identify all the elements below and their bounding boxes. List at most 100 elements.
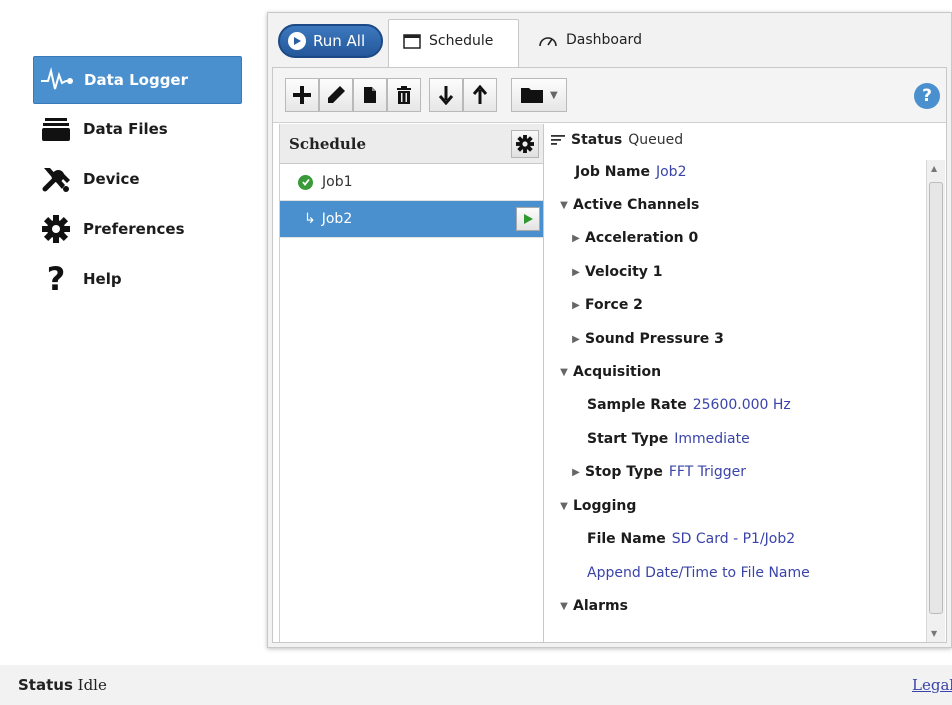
move-down-icon	[438, 86, 454, 105]
caret-down-icon: ▼	[560, 500, 568, 512]
start-type-label: Start Type	[587, 431, 669, 447]
append-datetime-row[interactable]: Append Date/Time to File Name	[587, 558, 810, 588]
scrollbar-thumb[interactable]	[929, 182, 943, 614]
sidebar-item-label: Data Files	[83, 120, 168, 138]
scroll-down-icon[interactable]: ▼	[931, 629, 937, 638]
caret-right-icon: ▶	[572, 232, 580, 244]
channel-row[interactable]: ▶ Acceleration 0	[567, 223, 704, 253]
channel-row[interactable]: ▶ Force 2	[567, 290, 649, 320]
gauge-icon	[538, 32, 558, 48]
filter-icon	[551, 134, 565, 146]
list-item-job2[interactable]: ↳ Job2	[280, 201, 543, 238]
list-item-job1[interactable]: Job1	[280, 164, 543, 201]
folder-stack-icon	[39, 112, 73, 146]
channel-label: Acceleration 0	[585, 230, 699, 246]
caret-right-icon: ▶	[572, 333, 580, 345]
app-status-label: Status	[18, 676, 73, 694]
caret-right-icon: ▶	[572, 466, 580, 478]
channel-label: Sound Pressure 3	[585, 331, 724, 347]
toolbar: ▼ ?	[273, 68, 946, 123]
question-icon: ?	[46, 260, 66, 298]
file-name-label: File Name	[587, 531, 666, 547]
play-icon	[524, 214, 533, 224]
caret-down-icon: ▼	[560, 199, 568, 211]
sample-rate-row: Sample Rate 25600.000 Hz	[587, 390, 791, 420]
folder-icon	[521, 88, 543, 103]
tools-icon	[39, 162, 73, 196]
calendar-icon	[403, 33, 421, 49]
sidebar-item-device[interactable]: Device	[33, 154, 242, 204]
file-name-value[interactable]: SD Card - P1/Job2	[672, 531, 795, 547]
job-name: Job2	[321, 211, 353, 227]
folder-dropdown-button[interactable]: ▼	[511, 78, 567, 112]
active-channels-toggle[interactable]: ▼ Active Channels	[555, 190, 705, 220]
append-datetime-option[interactable]: Append Date/Time to File Name	[587, 565, 810, 581]
channel-row[interactable]: ▶ Sound Pressure 3	[567, 324, 730, 354]
main-window: Run All Schedule Dashboard ▼ ? Schedule …	[267, 12, 952, 648]
job-name-row: Job Name Job2	[575, 157, 686, 187]
tab-schedule-label: Schedule	[429, 33, 494, 49]
channel-label: Force 2	[585, 297, 643, 313]
sample-rate-value[interactable]: 25600.000 Hz	[693, 397, 791, 413]
edit-button[interactable]	[319, 78, 353, 112]
schedule-settings-button[interactable]	[511, 130, 539, 158]
channel-row[interactable]: ▶ Velocity 1	[567, 257, 669, 287]
status-row: Status Queued	[545, 124, 946, 156]
subitem-arrow-icon: ↳	[304, 211, 316, 227]
job-name-value: Job2	[655, 164, 687, 180]
stop-type-row[interactable]: ▶ Stop Type FFT Trigger	[567, 457, 746, 487]
gear-icon	[516, 135, 534, 153]
run-all-button[interactable]: Run All	[278, 24, 383, 58]
schedule-header: Schedule	[280, 124, 543, 164]
tab-dashboard-label: Dashboard	[566, 32, 642, 48]
sidebar-nav: Data Logger Data Files Device Preference…	[33, 56, 242, 304]
tab-schedule[interactable]: Schedule	[388, 19, 519, 68]
properties-scrollbar[interactable]: ▲ ▼	[926, 160, 945, 642]
active-channels-label: Active Channels	[573, 197, 700, 213]
stop-type-value[interactable]: FFT Trigger	[669, 464, 746, 480]
status-label: Status	[571, 132, 623, 148]
sidebar-item-label: Device	[83, 170, 140, 188]
sidebar-item-label: Data Logger	[84, 71, 188, 89]
sidebar-item-help[interactable]: ? Help	[33, 254, 242, 304]
legal-link[interactable]: Legal	[912, 676, 952, 694]
move-down-button[interactable]	[429, 78, 463, 112]
acquisition-toggle[interactable]: ▼ Acquisition	[555, 357, 667, 387]
schedule-title: Schedule	[289, 134, 367, 153]
copy-button[interactable]	[353, 78, 387, 112]
start-type-row: Start Type Immediate	[587, 424, 750, 454]
sidebar-item-data-files[interactable]: Data Files	[33, 104, 242, 154]
logging-toggle[interactable]: ▼ Logging	[555, 491, 642, 521]
tab-dashboard[interactable]: Dashboard	[524, 19, 684, 67]
app-status-value: Idle	[77, 676, 107, 694]
scroll-up-icon[interactable]: ▲	[931, 164, 937, 173]
sidebar-item-label: Preferences	[83, 220, 185, 238]
help-button[interactable]: ?	[914, 83, 940, 109]
status-value: Queued	[628, 132, 684, 148]
caret-right-icon: ▶	[572, 266, 580, 278]
status-bar: Status Idle Legal	[0, 665, 952, 705]
app-status: Status Idle	[18, 676, 107, 694]
file-name-row: File Name SD Card - P1/Job2	[587, 524, 795, 554]
sidebar-item-preferences[interactable]: Preferences	[33, 204, 242, 254]
add-button[interactable]	[285, 78, 319, 112]
delete-button[interactable]	[387, 78, 421, 112]
check-circle-icon	[298, 174, 313, 190]
edit-icon	[328, 86, 345, 103]
logging-label: Logging	[573, 498, 637, 514]
start-type-value[interactable]: Immediate	[674, 431, 749, 447]
alarms-label: Alarms	[573, 598, 628, 614]
properties-panel: Status Queued Job Name Job2 ▼ Active Cha…	[545, 124, 946, 642]
schedule-panel: ▼ ? Schedule Job1 ↳ Job2 Status Queued J…	[272, 67, 947, 643]
gear-icon	[39, 212, 73, 246]
tab-bar: Run All Schedule Dashboard	[268, 13, 951, 68]
delete-icon	[397, 86, 411, 104]
caret-right-icon: ▶	[572, 299, 580, 311]
channel-label: Velocity 1	[585, 264, 663, 280]
move-up-button[interactable]	[463, 78, 497, 112]
run-job-button[interactable]	[516, 207, 540, 231]
chevron-down-icon: ▼	[550, 89, 558, 101]
sidebar-item-label: Help	[83, 270, 122, 288]
alarms-toggle[interactable]: ▼ Alarms	[555, 591, 634, 621]
sidebar-item-data-logger[interactable]: Data Logger	[33, 56, 242, 104]
